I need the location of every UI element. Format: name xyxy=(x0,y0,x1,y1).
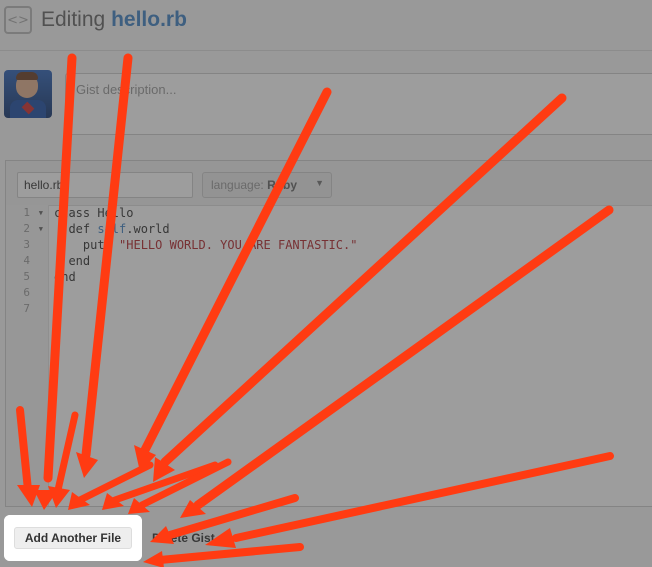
code-line: def self.world xyxy=(54,222,170,236)
code-line: puts "HELLO WORLD. YOU ARE FANTASTIC." xyxy=(54,238,358,252)
line-number: 5 xyxy=(23,270,30,283)
line-number: 6 xyxy=(23,286,30,299)
line-number: 7 xyxy=(23,302,30,315)
fold-arrow-icon[interactable]: ▼ xyxy=(39,205,43,221)
page-title: Editing hello.rb xyxy=(41,8,187,32)
arrow xyxy=(156,543,304,564)
highlight-spotlight: Add Another File xyxy=(4,515,142,561)
file-editor: hello.rb language: Ruby ▼ 1 ▼ 2 ▼ 3 4 5 6 7 clas… xyxy=(5,160,652,507)
language-value: Ruby xyxy=(267,178,298,192)
line-number: 1 ▼ xyxy=(23,205,43,221)
add-another-file-button[interactable]: Add Another File xyxy=(14,527,132,549)
gist-icon[interactable]: <> xyxy=(4,6,32,34)
code-editor[interactable]: class Hello def self.world puts "HELLO W… xyxy=(54,205,644,505)
code-line: class Hello xyxy=(54,206,134,220)
code-line: end xyxy=(54,270,76,284)
gist-description-placeholder: Gist description... xyxy=(76,82,177,97)
language-label: language: xyxy=(211,178,264,192)
line-number: 4 xyxy=(23,254,30,267)
title-filename[interactable]: hello.rb xyxy=(111,8,187,31)
line-number: 3 xyxy=(23,238,30,251)
gist-description-input[interactable]: Gist description... xyxy=(65,73,652,135)
fold-arrow-icon[interactable]: ▼ xyxy=(39,221,43,237)
file-header: hello.rb language: Ruby ▼ xyxy=(6,161,652,206)
title-prefix: Editing xyxy=(41,8,106,31)
delete-gist-button[interactable]: Delete Gist xyxy=(152,531,215,545)
page-header: <> Editing hello.rb xyxy=(0,0,652,51)
avatar[interactable] xyxy=(4,70,52,118)
arrowhead xyxy=(143,551,164,567)
line-number: 2 ▼ xyxy=(23,221,43,237)
chevron-down-icon: ▼ xyxy=(315,178,324,188)
filename-input[interactable]: hello.rb xyxy=(17,172,193,198)
language-select[interactable]: language: Ruby ▼ xyxy=(202,172,332,198)
code-line: end xyxy=(54,254,91,268)
line-gutter: 1 ▼ 2 ▼ 3 4 5 6 7 xyxy=(6,205,49,506)
